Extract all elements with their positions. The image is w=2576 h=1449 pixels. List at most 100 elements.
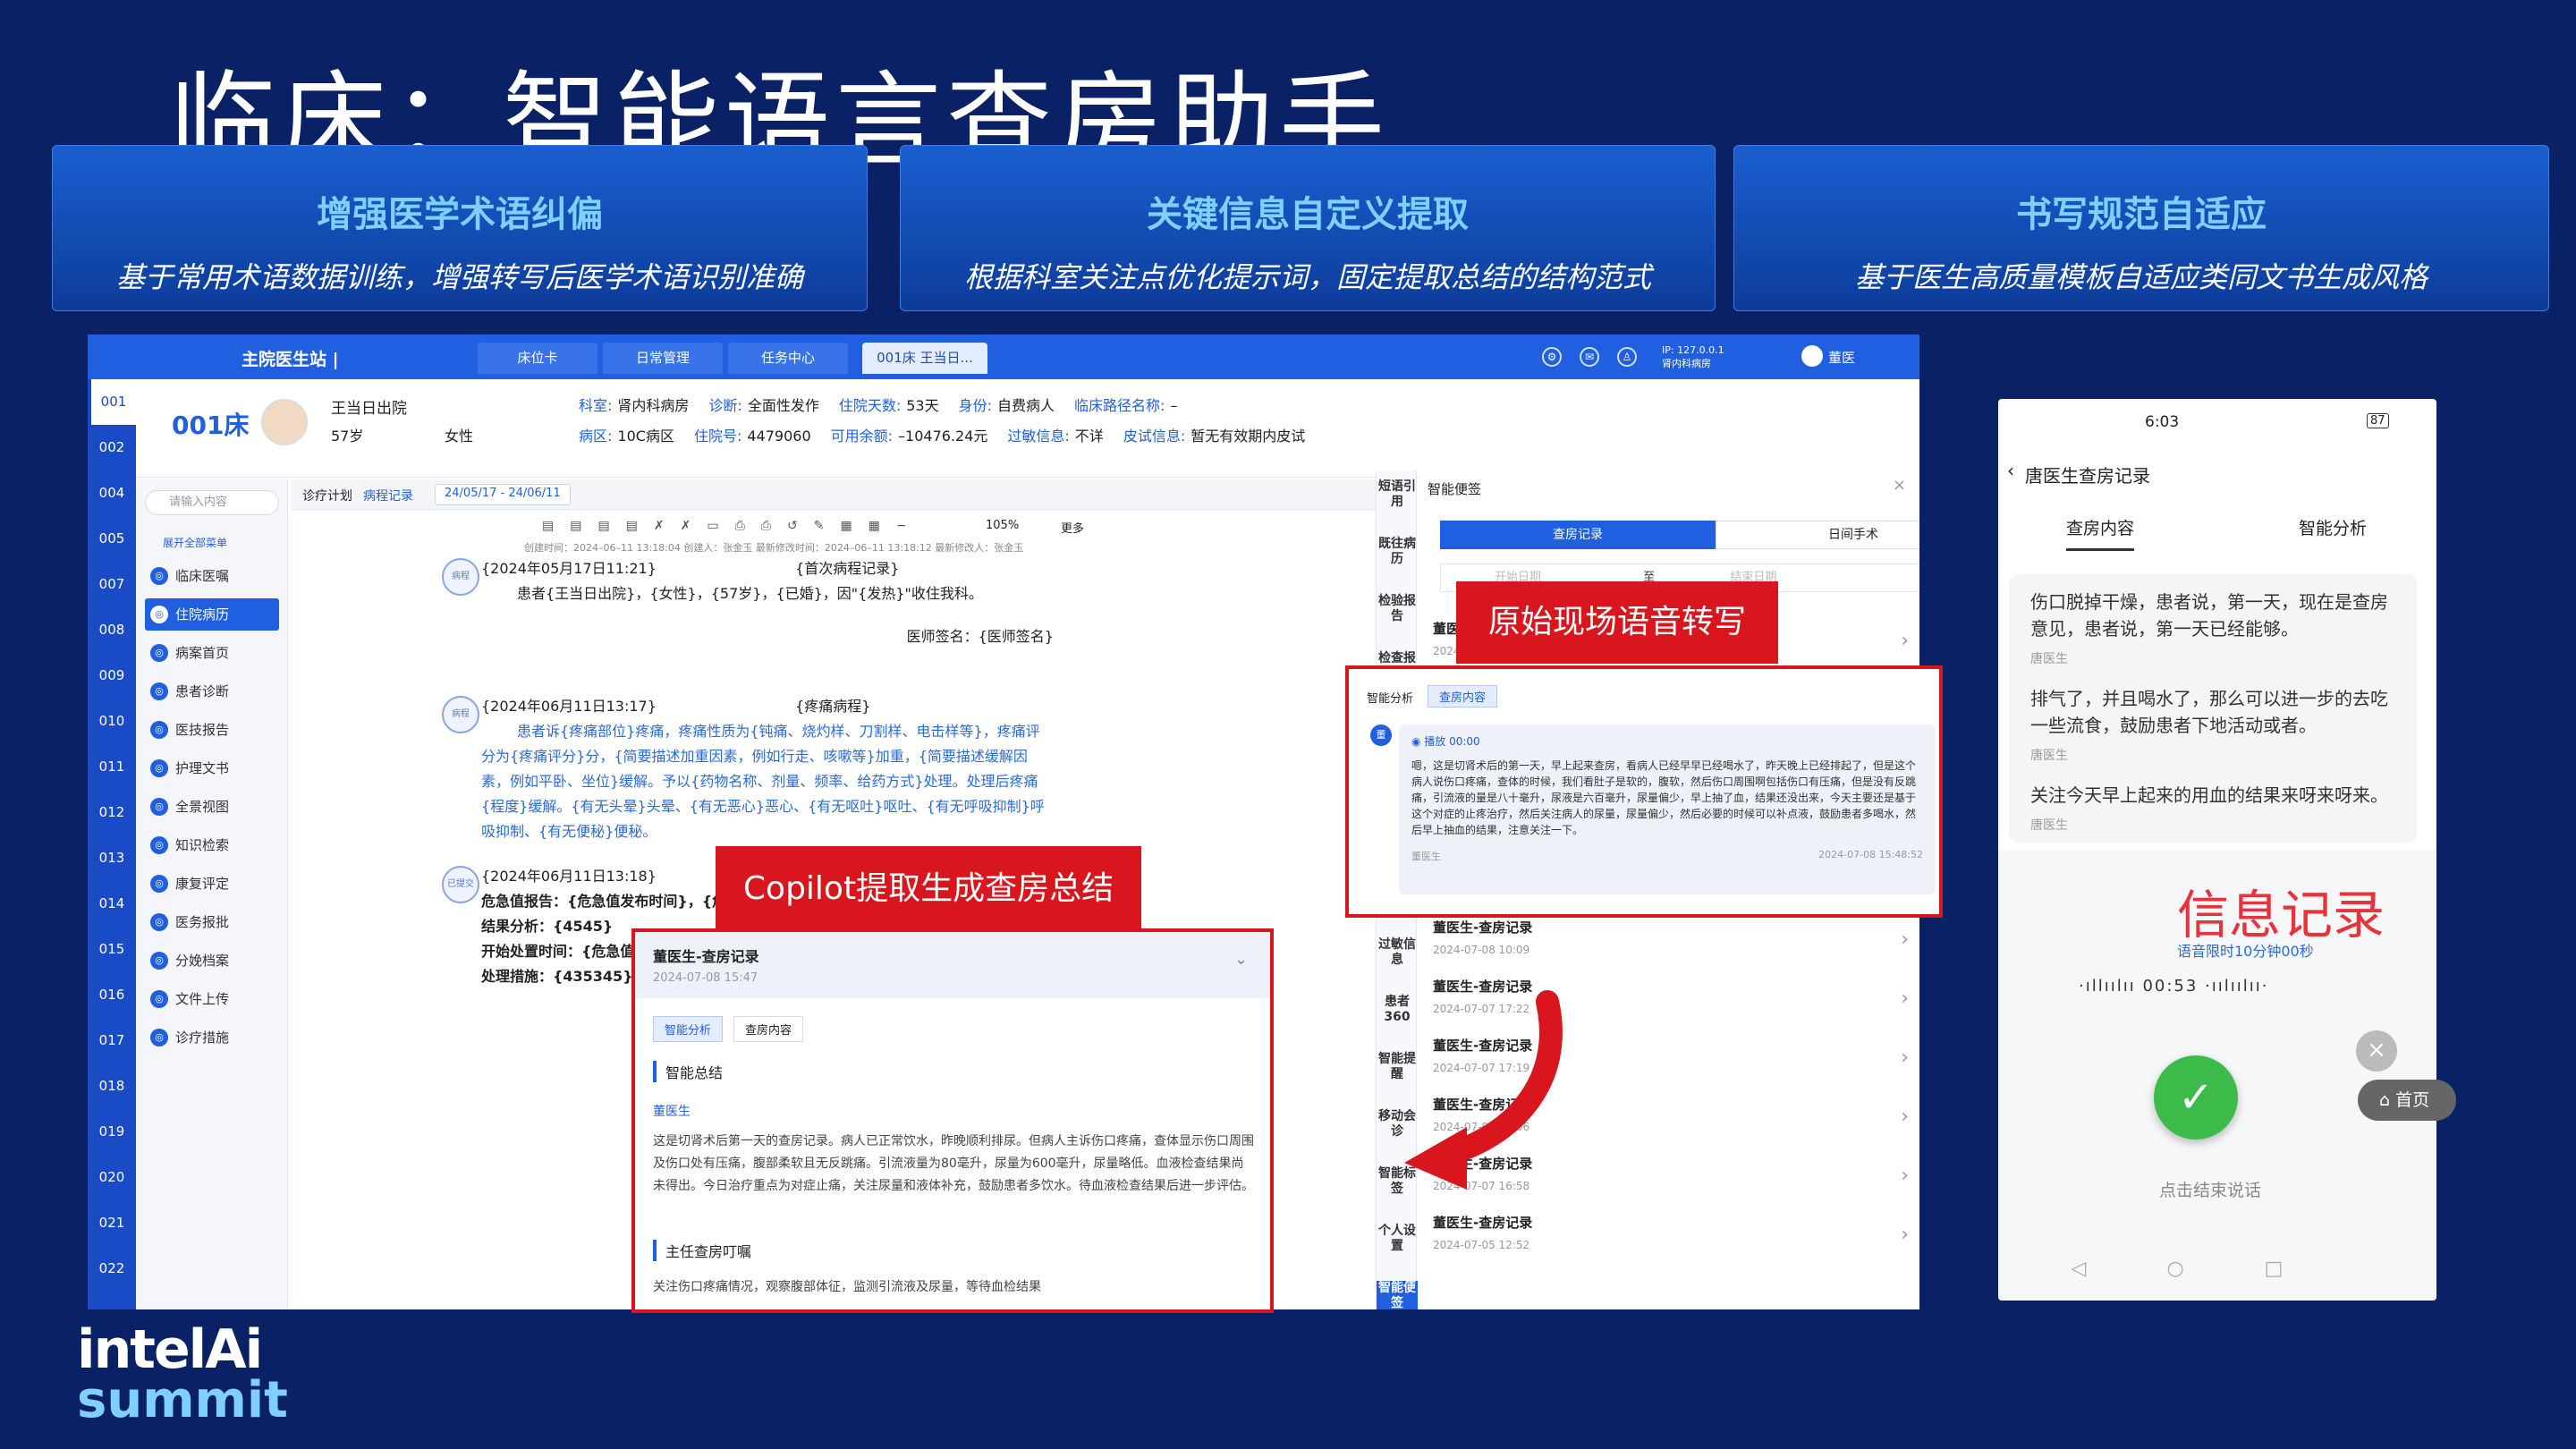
ip-info: IP: 127.0.0.1 肾内科病房 <box>1662 343 1724 370</box>
bed-number[interactable]: 015 <box>88 927 136 972</box>
bed-number[interactable]: 013 <box>88 835 136 881</box>
bed-number[interactable]: 020 <box>88 1155 136 1200</box>
red-arrow-icon <box>1404 990 1563 1190</box>
confirm-button[interactable]: ✓ <box>2154 1055 2238 1140</box>
phone-tab-analysis[interactable]: 智能分析 <box>2299 515 2367 539</box>
menu-item[interactable]: ◎ 医技报告 <box>145 714 279 746</box>
note-title: 董医生-查房记录 <box>1433 1215 1533 1231</box>
menu-item-label: 诊疗措施 <box>175 1030 230 1046</box>
menu-item[interactable]: ◎ 患者诊断 <box>145 675 279 708</box>
feature-desc: 基于常用术语数据训练，增强转写后医学术语识别准确 <box>115 260 803 294</box>
bed-number[interactable]: 002 <box>88 425 136 470</box>
note-date: 2024-07-05 12:52 <box>1433 1239 1530 1251</box>
back-icon[interactable]: ‹ <box>2007 460 2014 481</box>
chevron-right-icon: › <box>1901 928 1909 951</box>
note-item[interactable]: 董医生-查房记录 2024-07-05 12:52 › <box>1433 1213 1919 1272</box>
bed-number[interactable]: 022 <box>88 1246 136 1292</box>
tab-bed-card[interactable]: 床位卡 <box>478 343 597 374</box>
voice-tab-content[interactable]: 查房内容 <box>1428 685 1498 708</box>
android-nav-bar[interactable]: ◁○□ <box>1998 1258 2436 1301</box>
bed-number[interactable]: 009 <box>88 653 136 699</box>
tool-strip-item[interactable]: 短语引用 <box>1377 479 1418 510</box>
doc-tab-bar: 诊疗计划 病程记录 24/05/17 - 24/06/11 <box>292 479 1376 510</box>
close-icon[interactable]: × <box>1893 476 1906 495</box>
app-brand: 主院医生站 | <box>242 350 339 369</box>
menu-item[interactable]: ◎ 临床医嘱 <box>145 560 279 592</box>
bed-number[interactable]: 012 <box>88 790 136 835</box>
patient-avatar <box>261 399 308 445</box>
phone-tab-content[interactable]: 查房内容 <box>2066 515 2135 551</box>
tool-strip-item[interactable]: 过敏信息 <box>1377 937 1418 968</box>
note-date: 2024-07-08 10:09 <box>1433 944 1530 956</box>
avatar[interactable] <box>1801 345 1823 367</box>
bed-number[interactable]: 011 <box>88 744 136 790</box>
message-author: 唐医生 <box>2030 749 2068 763</box>
info-key: 皮试信息: <box>1123 428 1186 445</box>
home-float-button[interactable]: ⌂ 首页 <box>2358 1080 2456 1121</box>
tab-daily[interactable]: 日常管理 <box>603 343 723 374</box>
bed-number[interactable]: 010 <box>88 699 136 744</box>
date-range[interactable]: 24/05/17 - 24/06/11 <box>435 484 571 505</box>
menu-item-label: 医务报批 <box>175 914 230 930</box>
tab-tasks[interactable]: 任务中心 <box>728 343 848 374</box>
bed-number[interactable]: 008 <box>88 607 136 653</box>
tool-strip-item[interactable]: 检验报告 <box>1377 594 1418 624</box>
summary-tab-content[interactable]: 查房内容 <box>733 1016 804 1042</box>
tab-plan[interactable]: 诊疗计划 <box>302 487 352 504</box>
menu-item-icon: ◎ <box>150 567 168 585</box>
bed-number[interactable]: 018 <box>88 1063 136 1109</box>
expand-all-link[interactable]: 展开全部菜单 <box>163 535 227 550</box>
tab-patient[interactable]: 001床 王当日... <box>862 343 987 374</box>
menu-item[interactable]: ◎ 住院病历 <box>145 598 279 631</box>
patient-info-row-2: 病区: 10C病区 住院号: 4479060 可用余额: –10476.24元 过敏信息: 不… <box>579 424 1305 445</box>
close-icon[interactable]: × <box>2356 1030 2397 1072</box>
menu-item[interactable]: ◎ 分娩档案 <box>145 945 279 977</box>
notes-tab-daysurgery[interactable]: 日间手术 <box>1716 521 1919 549</box>
settings-icon[interactable]: ⚙ <box>1542 347 1562 367</box>
record-time: {2024年06月11日13:17} <box>481 698 657 715</box>
menu-item[interactable]: ◎ 病案首页 <box>145 637 279 669</box>
chevron-right-icon: › <box>1901 987 1909 1010</box>
menu-search-input[interactable]: 请输入内容 <box>145 490 279 515</box>
doc-meta: 创建时间：2024–06–11 13:18:04 创建人：张金玉 最新修改时间：… <box>524 542 1024 554</box>
tool-strip-item[interactable]: 个人设置 <box>1377 1224 1418 1254</box>
notes-tab-rounds[interactable]: 查房记录 <box>1440 521 1716 549</box>
shirt-icon[interactable]: ♙ <box>1617 347 1637 367</box>
menu-item[interactable]: ◎ 护理文书 <box>145 752 279 784</box>
bed-number[interactable]: 019 <box>88 1109 136 1155</box>
voice-tab-analysis[interactable]: 智能分析 <box>1367 689 1413 706</box>
menu-item-label: 患者诊断 <box>175 683 230 699</box>
menu-item[interactable]: ◎ 全景视图 <box>145 791 279 823</box>
user-name[interactable]: 董医 <box>1828 348 1855 367</box>
bed-number[interactable]: 001 <box>88 379 136 425</box>
menu-item-icon: ◎ <box>150 990 168 1008</box>
message-icon[interactable]: ✉ <box>1580 347 1599 367</box>
editor-toolbar[interactable]: ▤▤▤▤✗✗▭⎙⎙↺✎▦▦− <box>542 519 923 533</box>
info-value: 10C病区 <box>617 428 674 445</box>
menu-item[interactable]: ◎ 诊疗措施 <box>145 1021 279 1054</box>
tab-progress-notes[interactable]: 病程记录 <box>363 487 413 504</box>
play-button[interactable]: ◉ 播放 00:00 <box>1411 733 1923 749</box>
chevron-down-icon[interactable]: ⌄ <box>1234 950 1248 969</box>
record-sign: 医师签名：{医师签名} <box>906 628 1054 645</box>
bed-number[interactable]: 004 <box>88 470 136 516</box>
tool-strip-item[interactable]: 既往病历 <box>1377 537 1418 567</box>
bed-number[interactable]: 021 <box>88 1200 136 1246</box>
bed-number[interactable]: 014 <box>88 881 136 927</box>
phone-title: 唐医生查房记录 <box>2025 465 2150 487</box>
zoom-level[interactable]: 105% <box>986 519 1019 532</box>
menu-item[interactable]: ◎ 医务报批 <box>145 906 279 938</box>
menu-item[interactable]: ◎ 文件上传 <box>145 983 279 1015</box>
note-item[interactable]: 董医生-查房记录 2024-07-08 10:09 › <box>1433 918 1919 977</box>
feature-heading: 书写规范自适应 <box>2016 194 2267 235</box>
summary-tab-analysis[interactable]: 智能分析 <box>653 1016 724 1042</box>
bed-number[interactable]: 016 <box>88 972 136 1018</box>
tool-strip-item[interactable]: 智能便签 <box>1377 1281 1418 1309</box>
menu-item[interactable]: ◎ 康复评定 <box>145 868 279 900</box>
bed-number[interactable]: 007 <box>88 562 136 607</box>
info-key: 临床路径名称: <box>1074 397 1165 414</box>
more-menu[interactable]: 更多 <box>1061 519 1084 536</box>
bed-number[interactable]: 017 <box>88 1018 136 1063</box>
menu-item[interactable]: ◎ 知识检索 <box>145 829 279 861</box>
bed-number[interactable]: 005 <box>88 516 136 562</box>
